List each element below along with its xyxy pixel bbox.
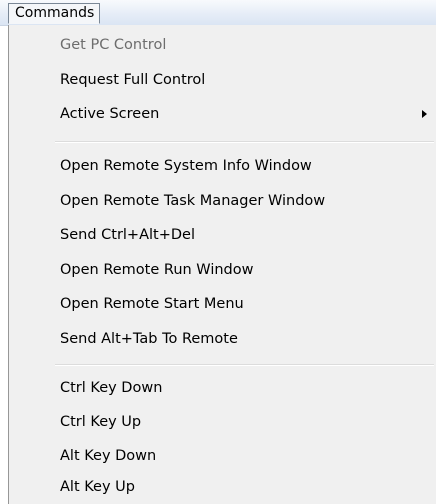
menu-separator — [55, 141, 434, 143]
menu-item-ctrl-key-down[interactable]: Ctrl Key Down — [60, 371, 436, 405]
menu-item-ctrl-key-up[interactable]: Ctrl Key Up — [60, 405, 436, 439]
menu-item-send-ctrl-alt-del[interactable]: Send Ctrl+Alt+Del — [60, 218, 436, 252]
menu-item-get-pc-control: Get PC Control — [60, 37, 167, 53]
commands-dropdown-menu: Get PC Control Request Full Control Acti… — [8, 25, 436, 504]
menu-item-open-remote-system-info-window[interactable]: Open Remote System Info Window — [60, 149, 436, 183]
menu-item-label: Active Screen — [60, 106, 160, 122]
menu-item-alt-key-down[interactable]: Alt Key Down — [60, 439, 436, 473]
menu-item-request-full-control[interactable]: Request Full Control — [60, 63, 436, 97]
menu-item-alt-key-up[interactable]: Alt Key Up — [60, 470, 436, 504]
menu-separator — [55, 364, 434, 366]
menu-item-open-remote-start-menu[interactable]: Open Remote Start Menu — [60, 287, 436, 321]
menu-item-send-alt-tab-to-remote[interactable]: Send Alt+Tab To Remote — [60, 322, 436, 356]
menu-item-active-screen[interactable]: Active Screen — [60, 97, 436, 131]
chevron-right-icon — [422, 110, 427, 118]
menu-item-open-remote-task-manager-window[interactable]: Open Remote Task Manager Window — [60, 184, 436, 218]
menu-bar: Commands — [0, 0, 436, 26]
commands-menu-button[interactable]: Commands — [8, 3, 101, 24]
menu-item-open-remote-run-window[interactable]: Open Remote Run Window — [60, 253, 436, 287]
